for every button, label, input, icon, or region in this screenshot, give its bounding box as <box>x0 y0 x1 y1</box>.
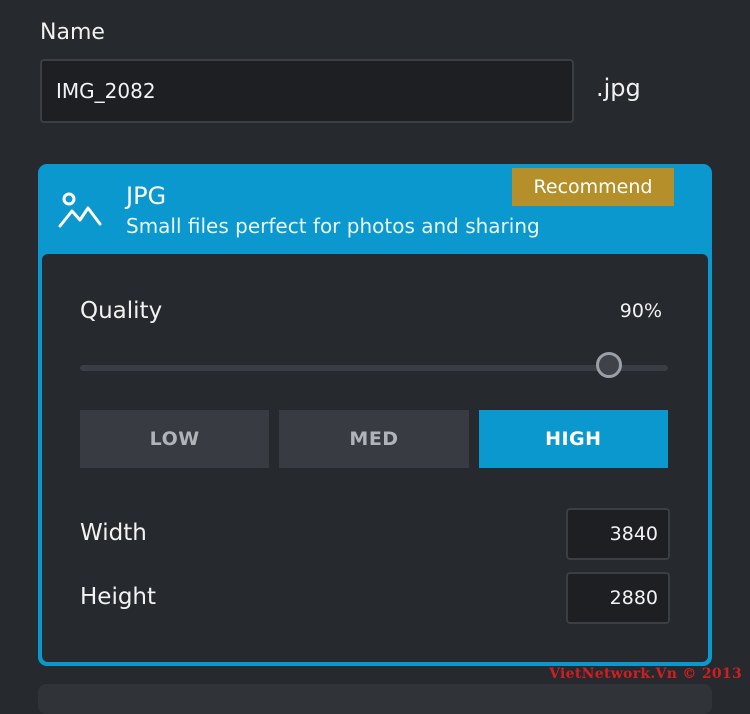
width-input[interactable] <box>566 508 670 560</box>
file-extension: .jpg <box>596 74 641 102</box>
jpg-format-card[interactable]: Recommend JPG Small files perfect for ph… <box>38 164 712 666</box>
quality-slider[interactable] <box>80 352 668 384</box>
preset-med-button[interactable]: MED <box>279 410 469 468</box>
filename-input[interactable] <box>40 59 574 123</box>
preset-low-button[interactable]: LOW <box>80 410 270 468</box>
name-label: Name <box>40 20 105 45</box>
quality-slider-thumb[interactable] <box>596 352 623 378</box>
height-input[interactable] <box>566 572 670 624</box>
quality-preset-selector: LOW MED HIGH <box>80 410 668 468</box>
quality-label: Quality <box>80 298 163 324</box>
watermark: VietNetwork.Vn © 2013 <box>549 666 742 682</box>
width-label: Width <box>80 520 147 546</box>
quality-slider-fill <box>80 365 610 371</box>
format-title: JPG <box>126 182 167 210</box>
format-options-panel: Quality 90% LOW MED HIGH Width Height <box>42 254 708 662</box>
quality-value: 90% <box>619 300 662 322</box>
next-format-card[interactable] <box>38 684 712 714</box>
image-icon <box>58 192 102 228</box>
recommend-badge: Recommend <box>512 168 674 206</box>
preset-high-button[interactable]: HIGH <box>478 410 668 468</box>
height-label: Height <box>80 584 157 610</box>
format-description: Small files perfect for photos and shari… <box>126 214 540 238</box>
